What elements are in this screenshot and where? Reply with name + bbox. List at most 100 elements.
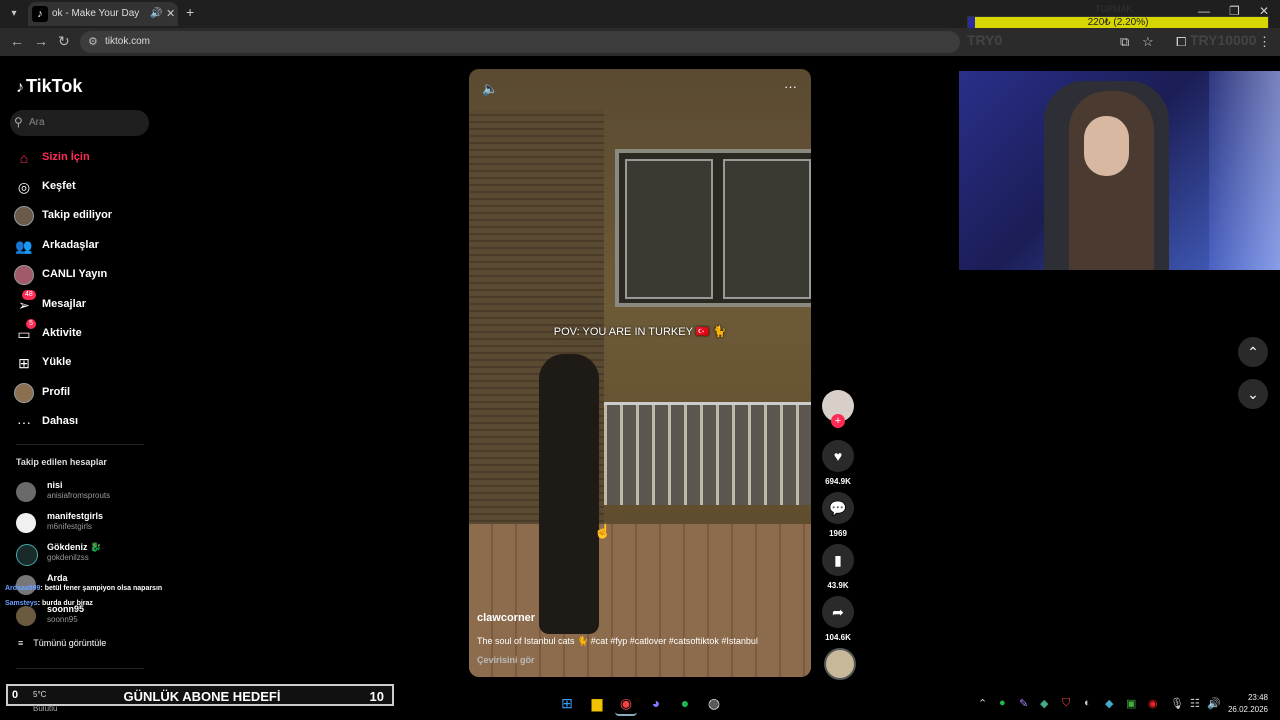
nav-following[interactable]: Takip ediliyor <box>14 205 154 227</box>
windows-start-icon[interactable]: ⊞ <box>556 692 578 714</box>
reload-button[interactable]: ↻ <box>58 33 70 50</box>
forward-button[interactable]: → <box>34 33 48 49</box>
tray-shield-icon[interactable]: ⛉ <box>1062 697 1070 710</box>
obs-icon[interactable]: ◍ <box>703 692 725 714</box>
search-placeholder: Ara <box>29 117 45 128</box>
tray-pen-icon[interactable]: ✎ <box>1019 697 1028 710</box>
profile-avatar <box>14 383 34 403</box>
nav-live[interactable]: CANLI Yayın <box>14 264 154 286</box>
video-player[interactable]: POV: YOU ARE IN TURKEY 🇹🇷 🐈 🔈 ··· clawco… <box>469 69 811 677</box>
avatar <box>16 513 36 533</box>
followed-account[interactable]: nisi anisiafromsprouts <box>16 480 156 506</box>
install-app-icon[interactable]: ⧉ <box>1120 34 1129 50</box>
tiktok-favicon-icon: ♪ <box>32 6 48 22</box>
webcam-feed <box>959 71 1280 270</box>
tray-app-icon[interactable]: ◆ <box>1040 697 1048 710</box>
more-icon: ··· <box>17 414 31 430</box>
nav-messages[interactable]: ➢ 48 Mesajlar <box>14 290 154 316</box>
back-button[interactable]: ← <box>10 33 24 49</box>
chat-text: : burda dur biraz <box>37 600 93 607</box>
mouse-cursor-icon: ☝ <box>594 523 612 539</box>
nav-label: Dahası <box>42 415 79 427</box>
video-author[interactable]: clawcorner <box>477 612 535 624</box>
nav-label: Mesajlar <box>42 298 87 310</box>
clock-time[interactable]: 23:48 <box>1228 693 1268 702</box>
chat-message: Ardaaa999: betül fener şampiyon olsa nap… <box>5 585 162 592</box>
microphone-icon[interactable]: 🎙 <box>1170 697 1184 710</box>
tray-app-icon[interactable]: ◐ <box>1084 697 1091 709</box>
chrome-icon[interactable]: ◉ <box>615 692 637 716</box>
tab-search-icon[interactable]: ▾ <box>6 6 22 22</box>
more-options-icon[interactable]: ··· <box>784 79 797 94</box>
video-description: The soul of Istanbul cats 🐈 #cat #fyp #c… <box>477 636 758 646</box>
comment-button[interactable]: 💬 <box>822 492 854 524</box>
tray-app-icon[interactable]: ◆ <box>1105 697 1113 710</box>
search-input[interactable]: ⚲ Ara <box>10 110 149 136</box>
divider <box>16 444 144 445</box>
browser-toolbar: ← → ↻ ⚙ tiktok.com ⧉ ☆ ⧠ ⋮ <box>0 28 1280 56</box>
tray-spotify-icon[interactable]: ● <box>999 697 1006 709</box>
spotify-icon[interactable]: ● <box>674 692 696 714</box>
extensions-icon[interactable]: ⧠ <box>1176 34 1186 50</box>
like-button[interactable]: ♥ <box>822 440 854 472</box>
nav-label: Profil <box>42 386 71 398</box>
divider <box>16 668 144 669</box>
nav-friends[interactable]: 👥 Arkadaşlar <box>14 235 154 257</box>
nav-label: Yükle <box>42 356 72 368</box>
bookmark-button[interactable]: ▮ <box>822 544 854 576</box>
previous-video-button[interactable]: ⌃ <box>1238 337 1268 367</box>
video-person <box>539 354 599 634</box>
see-translation-link[interactable]: Çevirisini gör <box>477 655 535 665</box>
tray-chevron-icon[interactable]: ⌃ <box>978 697 987 710</box>
window-pane <box>723 159 811 299</box>
webcam-light <box>1209 71 1280 270</box>
share-button[interactable]: ➦ <box>822 596 854 628</box>
nav-upload[interactable]: ⊞ Yükle <box>14 352 154 374</box>
overlay-try-left: TRY0 <box>967 32 1003 48</box>
following-accounts-header: Takip edilen hesaplar <box>16 457 107 467</box>
upload-icon: ⊞ <box>18 355 30 371</box>
nav-profile[interactable]: Profil <box>14 382 154 404</box>
browser-tab[interactable]: ♪ ok - Make Your Day 🔊 ✕ <box>28 2 178 26</box>
nav-label: Aktivite <box>42 327 82 339</box>
video-window <box>615 149 811 307</box>
new-tab-button[interactable]: + <box>186 4 194 20</box>
home-icon: ⌂ <box>19 150 29 166</box>
volume-icon[interactable]: 🔊 <box>1207 697 1221 710</box>
nav-explore[interactable]: ◎ Keşfet <box>14 176 154 198</box>
account-handle: anisiafromsprouts <box>47 491 111 500</box>
nav-activity[interactable]: ▭ 5 Aktivite <box>14 319 154 345</box>
tiktok-sidebar: ♪ TikTok ⚲ Ara ⌂ Sizin İçin ◎ Keşfet Taki… <box>0 56 160 720</box>
file-explorer-icon[interactable]: ▆ <box>586 692 608 714</box>
avatar <box>16 606 36 626</box>
volume-icon[interactable]: 🔈 <box>482 81 498 97</box>
tray-record-icon[interactable]: ◉ <box>1148 697 1158 710</box>
tray-nvidia-icon[interactable]: ▣ <box>1126 697 1136 710</box>
site-info-icon[interactable]: ⚙ <box>88 35 98 48</box>
nav-for-you[interactable]: ⌂ Sizin İçin <box>14 147 154 169</box>
followed-account[interactable]: Gökdeniz 🐉 gokdenilzss <box>16 542 156 568</box>
account-handle: m6nifestgirls <box>47 522 92 531</box>
friends-icon: 👥 <box>15 238 33 254</box>
nav-label: Keşfet <box>42 180 76 192</box>
see-all-link[interactable]: ≡ Tümünü görüntüle <box>18 638 106 648</box>
follow-plus-icon[interactable]: + <box>831 414 845 428</box>
close-tab-icon[interactable]: ✕ <box>166 7 175 20</box>
address-bar[interactable]: ⚙ tiktok.com <box>80 31 960 53</box>
search-icon: ⚲ <box>14 115 23 129</box>
next-video-button[interactable]: ⌄ <box>1238 379 1268 409</box>
followed-account[interactable]: manifestgirls m6nifestgirls <box>16 511 156 537</box>
network-icon[interactable]: ☷ <box>1190 697 1200 710</box>
browser-menu-icon[interactable]: ⋮ <box>1258 34 1271 50</box>
nav-more[interactable]: ··· Dahası <box>14 411 154 433</box>
logo-text: TikTok <box>26 76 83 96</box>
bookmark-star-icon[interactable]: ☆ <box>1142 34 1154 50</box>
followed-account[interactable]: soonn95 soonn95 <box>16 604 156 630</box>
nav-label: Arkadaşlar <box>42 239 99 251</box>
list-icon: ≡ <box>18 638 24 648</box>
clock-date[interactable]: 26.02.2026 <box>1222 705 1268 714</box>
tiktok-logo[interactable]: ♪ TikTok <box>16 76 82 97</box>
speaker-icon[interactable]: 🔊 <box>150 8 162 19</box>
music-disc-icon[interactable] <box>824 648 856 680</box>
discord-icon[interactable]: ◕ <box>645 692 667 714</box>
